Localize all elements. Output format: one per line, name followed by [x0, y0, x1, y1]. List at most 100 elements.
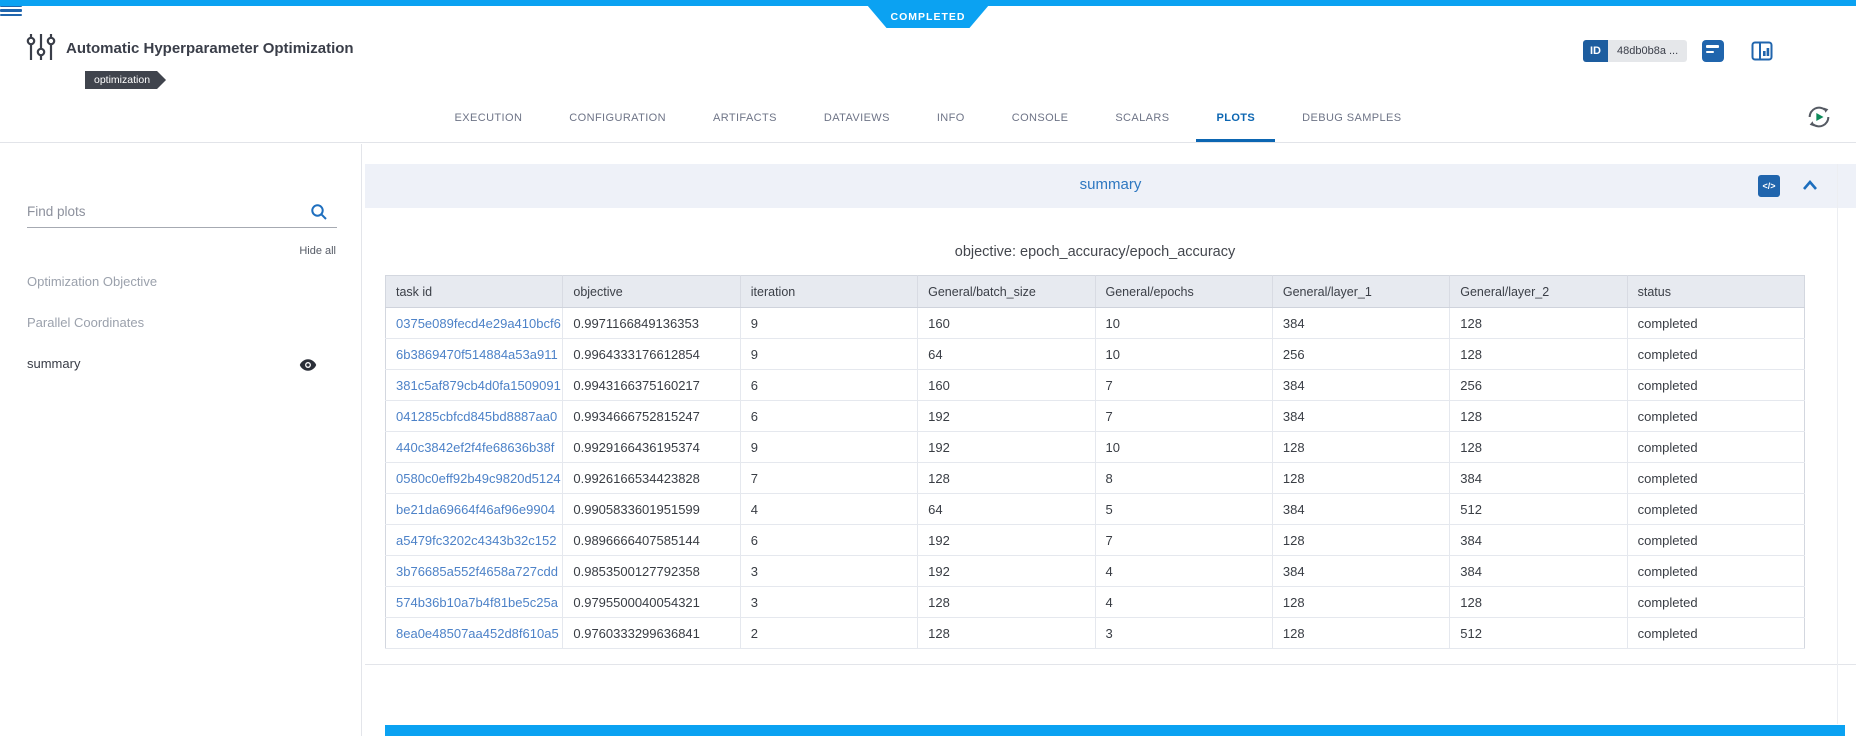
task-id-link[interactable]: be21da69664f46af96e9904: [386, 494, 563, 525]
cell: 0.9926166534423828: [563, 463, 740, 494]
task-id-link[interactable]: 0580c0eff92b49c9820d5124: [386, 463, 563, 494]
task-id-link[interactable]: a5479fc3202c4343b32c152: [386, 525, 563, 556]
cell: completed: [1627, 587, 1804, 618]
scrollbar-track[interactable]: [1837, 164, 1838, 724]
plot-list: Optimization Objective Parallel Coordinat…: [27, 270, 336, 393]
cell: 7: [1095, 370, 1272, 401]
sidebar-item-parallel-coordinates[interactable]: Parallel Coordinates: [27, 311, 336, 335]
table-row: be21da69664f46af96e99040.990583360195159…: [386, 494, 1805, 525]
table-row: a5479fc3202c4343b32c1520.989666640758514…: [386, 525, 1805, 556]
cell: completed: [1627, 494, 1804, 525]
cell: 3: [1095, 618, 1272, 649]
cell: 384: [1272, 370, 1449, 401]
cell: 0.9943166375160217: [563, 370, 740, 401]
cell: 8: [1095, 463, 1272, 494]
table-row: 3b76685a552f4658a727cdd0.985350012779235…: [386, 556, 1805, 587]
column-header: iteration: [740, 276, 917, 308]
task-id-link[interactable]: 8ea0e48507aa452d8f610a5: [386, 618, 563, 649]
cell: 384: [1272, 401, 1449, 432]
embed-code-icon[interactable]: </>: [1758, 175, 1780, 197]
cell: 0.9929166436195374: [563, 432, 740, 463]
cell: 3: [740, 556, 917, 587]
sidebar-item-summary[interactable]: summary: [27, 352, 336, 376]
tab-debug-samples[interactable]: DEBUG SAMPLES: [1282, 95, 1421, 142]
cell: 7: [1095, 401, 1272, 432]
table-row: 574b36b10a7b4f81be5c25a0.979550004005432…: [386, 587, 1805, 618]
tab-artifacts[interactable]: ARTIFACTS: [693, 95, 797, 142]
section-divider: [365, 664, 1856, 665]
sidebar-item-label: Parallel Coordinates: [27, 315, 144, 330]
tab-plots[interactable]: PLOTS: [1196, 95, 1275, 142]
chevron-up-icon[interactable]: [1802, 178, 1818, 196]
task-id-link[interactable]: 041285cbfcd845bd8887aa0: [386, 401, 563, 432]
cell: 192: [918, 432, 1095, 463]
cell: 9: [740, 432, 917, 463]
column-header: General/layer_1: [1272, 276, 1449, 308]
sidebar-item-label: Optimization Objective: [27, 274, 157, 289]
cell: completed: [1627, 401, 1804, 432]
cell: completed: [1627, 618, 1804, 649]
tab-configuration[interactable]: CONFIGURATION: [549, 95, 686, 142]
table-header-row: task idobjectiveiterationGeneral/batch_s…: [386, 276, 1805, 308]
table-row: 8ea0e48507aa452d8f610a50.976033329963684…: [386, 618, 1805, 649]
cell: 9: [740, 339, 917, 370]
details-panel-layout-icon[interactable]: [1751, 40, 1773, 62]
cell: 128: [1450, 401, 1627, 432]
tab-execution[interactable]: EXECUTION: [435, 95, 543, 142]
cell: 384: [1450, 525, 1627, 556]
table-body: 0375e089fecd4e29a410bcf60.99711668491363…: [386, 308, 1805, 649]
task-id-badge[interactable]: ID 48db0b8a ...: [1583, 40, 1687, 62]
tab-info[interactable]: INFO: [917, 95, 985, 142]
cell: 128: [1450, 432, 1627, 463]
cell: 3: [740, 587, 917, 618]
plots-sidebar: Find plots Hide all Optimization Objecti…: [0, 144, 362, 736]
task-id-link[interactable]: 574b36b10a7b4f81be5c25a: [386, 587, 563, 618]
table-row: 0375e089fecd4e29a410bcf60.99711668491363…: [386, 308, 1805, 339]
cell: 4: [740, 494, 917, 525]
search-input[interactable]: Find plots: [27, 204, 86, 219]
sidebar-item-optimization-objective[interactable]: Optimization Objective: [27, 270, 336, 294]
cell: 512: [1450, 618, 1627, 649]
task-id-link[interactable]: 0375e089fecd4e29a410bcf6: [386, 308, 563, 339]
cell: completed: [1627, 525, 1804, 556]
tab-dataviews[interactable]: DATAVIEWS: [804, 95, 910, 142]
cell: 9: [740, 308, 917, 339]
tag-badge[interactable]: optimization: [85, 71, 166, 89]
tab-console[interactable]: CONSOLE: [992, 95, 1089, 142]
tab-scalars[interactable]: SCALARS: [1095, 95, 1189, 142]
cell: completed: [1627, 339, 1804, 370]
task-id-link[interactable]: 3b76685a552f4658a727cdd: [386, 556, 563, 587]
id-value: 48db0b8a ...: [1608, 40, 1687, 62]
cell: 384: [1272, 494, 1449, 525]
hide-all-link[interactable]: Hide all: [299, 245, 336, 257]
table-row: 041285cbfcd845bd8887aa00.993466675281524…: [386, 401, 1805, 432]
cell: 128: [1450, 308, 1627, 339]
eye-visible-icon[interactable]: [299, 356, 317, 380]
cell: 0.9964333176612854: [563, 339, 740, 370]
cell: 128: [918, 587, 1095, 618]
task-id-link[interactable]: 440c3842ef2f4fe68636b38f: [386, 432, 563, 463]
cell: 10: [1095, 432, 1272, 463]
table-row: 440c3842ef2f4fe68636b38f0.99291664361953…: [386, 432, 1805, 463]
cell: 160: [918, 308, 1095, 339]
cell: 4: [1095, 587, 1272, 618]
summary-table: task idobjectiveiterationGeneral/batch_s…: [385, 275, 1805, 649]
column-header: objective: [563, 276, 740, 308]
table-row: 381c5af879cb4d0fa15090910.99431663751602…: [386, 370, 1805, 401]
cell: 128: [918, 618, 1095, 649]
cell: 128: [1272, 587, 1449, 618]
task-details-icon[interactable]: [1702, 40, 1724, 62]
cell: completed: [1627, 556, 1804, 587]
hyperparameter-sliders-icon: [26, 33, 56, 66]
cell: 192: [918, 525, 1095, 556]
task-id-link[interactable]: 6b3869470f514884a53a911: [386, 339, 563, 370]
auto-refresh-icon[interactable]: [1803, 101, 1835, 133]
table-row: 0580c0eff92b49c9820d51240.99261665344238…: [386, 463, 1805, 494]
search-icon[interactable]: [309, 202, 329, 222]
cell: 384: [1272, 556, 1449, 587]
task-id-link[interactable]: 381c5af879cb4d0fa1509091: [386, 370, 563, 401]
find-plots-search[interactable]: Find plots: [27, 198, 337, 228]
cell: 160: [918, 370, 1095, 401]
cell: 6: [740, 370, 917, 401]
cell: 0.9934666752815247: [563, 401, 740, 432]
